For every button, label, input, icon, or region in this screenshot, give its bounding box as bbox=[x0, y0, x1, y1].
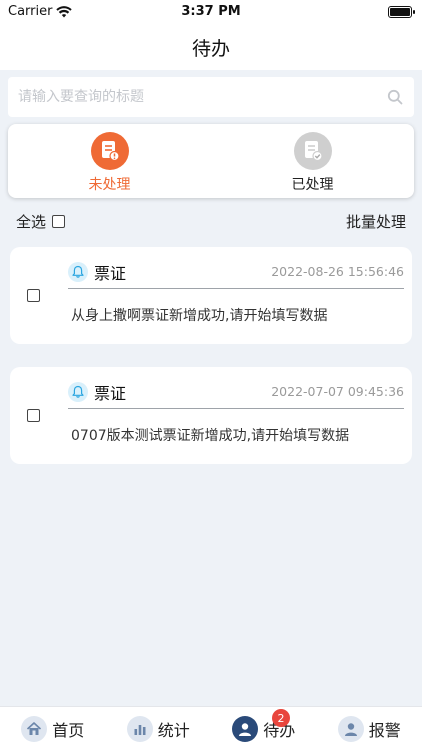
search-bar bbox=[8, 77, 414, 117]
item-message: 0707版本测试票证新增成功,请开始填写数据 bbox=[71, 428, 350, 444]
bottom-tab-bar: 首页 统计 待办 2 报警 bbox=[0, 706, 422, 750]
list-item[interactable]: 票证 2022-08-26 15:56:46 从身上撒啊票证新增成功,请开始填写… bbox=[10, 247, 412, 344]
list-toolbar: 全选 批量处理 bbox=[16, 208, 406, 234]
item-date: 2022-08-26 15:56:46 bbox=[271, 264, 404, 279]
item-title-group: 票证 bbox=[68, 260, 126, 284]
select-all[interactable]: 全选 bbox=[16, 211, 66, 232]
search-input[interactable] bbox=[8, 77, 380, 117]
item-header: 票证 2022-07-07 09:45:36 bbox=[68, 375, 404, 409]
pending-doc-icon bbox=[90, 132, 129, 170]
bell-icon bbox=[68, 381, 88, 402]
item-date: 2022-07-07 09:45:36 bbox=[271, 384, 404, 399]
tab-done[interactable]: 已处理 bbox=[211, 124, 414, 198]
item-title: 票证 bbox=[94, 263, 127, 283]
battery-icon bbox=[388, 6, 415, 18]
item-header: 票证 2022-08-26 15:56:46 bbox=[68, 255, 404, 289]
list-item[interactable]: 票证 2022-07-07 09:45:36 0707版本测试票证新增成功,请开… bbox=[10, 367, 412, 464]
item-checkbox[interactable] bbox=[27, 289, 40, 302]
nav-bar: 待办 bbox=[0, 24, 422, 70]
tabbar-label-stats: 统计 bbox=[157, 720, 190, 740]
search-icon[interactable] bbox=[380, 89, 410, 105]
page-title: 待办 bbox=[191, 37, 230, 60]
batch-process-button[interactable]: 批量处理 bbox=[346, 211, 406, 232]
item-checkbox[interactable] bbox=[27, 409, 40, 422]
bell-icon bbox=[68, 261, 88, 282]
tab-pending[interactable]: 未处理 bbox=[8, 124, 211, 198]
user-icon bbox=[232, 715, 259, 742]
item-title-group: 票证 bbox=[68, 380, 126, 404]
tabbar-item-todo[interactable]: 待办 2 bbox=[211, 707, 317, 750]
item-title: 票证 bbox=[94, 383, 127, 403]
item-message: 从身上撒啊票证新增成功,请开始填写数据 bbox=[71, 308, 328, 324]
status-tabs: 未处理 已处理 bbox=[8, 124, 414, 198]
tabbar-label-home: 首页 bbox=[52, 720, 85, 740]
select-all-checkbox[interactable] bbox=[52, 214, 66, 228]
tabbar-label-alarm: 报警 bbox=[368, 720, 401, 740]
chart-icon bbox=[126, 715, 153, 742]
home-icon bbox=[21, 715, 48, 742]
tabbar-item-home[interactable]: 首页 bbox=[0, 707, 106, 750]
tabbar-item-stats[interactable]: 统计 bbox=[106, 707, 212, 750]
select-all-label: 全选 bbox=[16, 212, 47, 231]
done-doc-icon bbox=[293, 132, 332, 170]
user-icon bbox=[337, 715, 364, 742]
tab-pending-label: 未处理 bbox=[88, 177, 131, 193]
status-time: 3:37 PM bbox=[181, 4, 241, 19]
status-bar: Carrier 3:37 PM bbox=[0, 0, 422, 24]
notification-badge: 2 bbox=[272, 709, 290, 727]
tabbar-item-alarm[interactable]: 报警 bbox=[317, 707, 422, 750]
tab-done-label: 已处理 bbox=[291, 177, 334, 193]
